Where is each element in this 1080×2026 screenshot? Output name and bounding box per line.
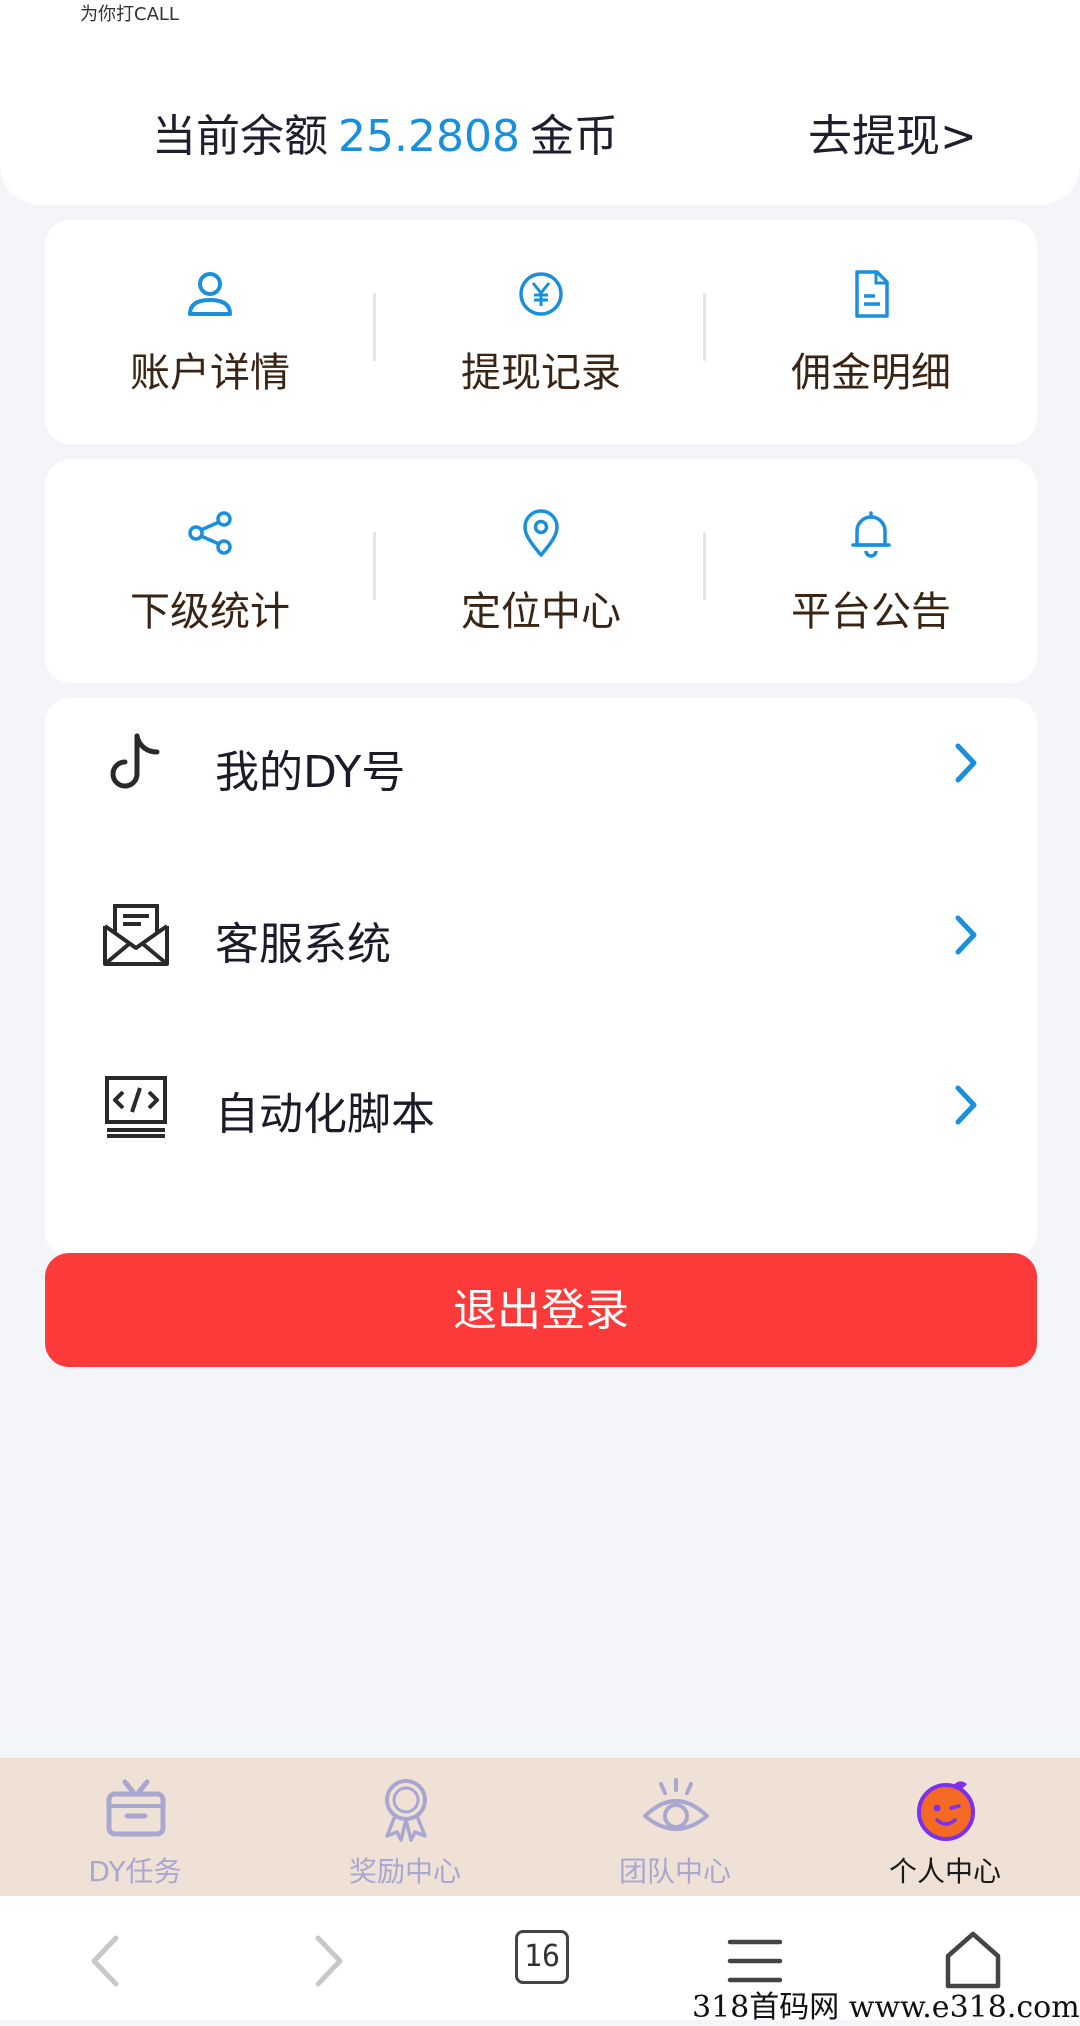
tab-label: 团队中心	[618, 1855, 731, 1888]
watermark: 318首码网 www.e318.com	[692, 1990, 1080, 2025]
yuan-icon	[519, 272, 563, 316]
quick-actions-row-2: 下级统计 定位中心 平台公告	[45, 459, 1037, 683]
menu-list: 我的DY号 客服系统 自动化脚本	[45, 698, 1037, 1258]
chevron-right-icon	[955, 743, 977, 783]
envelope-icon	[103, 904, 169, 966]
tab-label: 个人中心	[888, 1855, 1001, 1888]
list-item-my-dy-account[interactable]: 我的DY号	[45, 698, 1037, 828]
bell-icon	[851, 511, 891, 558]
location-center-label: 定位中心	[461, 589, 621, 635]
tab-label: 奖励中心	[348, 1855, 461, 1888]
code-icon	[105, 1076, 167, 1138]
balance-unit: 金币	[529, 111, 618, 162]
commission-details-button[interactable]: 佣金明细	[706, 220, 1036, 444]
commission-details-label: 佣金明细	[791, 350, 951, 396]
tab-label: DY任务	[88, 1855, 182, 1888]
subordinate-stats-label: 下级统计	[130, 589, 290, 635]
gift-box-icon	[106, 1779, 166, 1837]
account-details-label: 账户详情	[130, 350, 290, 396]
platform-notice-button[interactable]: 平台公告	[706, 459, 1036, 683]
list-item-label: 我的DY号	[215, 747, 406, 798]
subordinate-stats-button[interactable]: 下级统计	[45, 459, 375, 683]
balance-card: 为你打CALL 当前余额 25.2808 金币 去提现>	[0, 0, 1080, 205]
tab-team-center[interactable]: 团队中心	[540, 1758, 810, 1896]
list-item-label: 客服系统	[215, 919, 391, 970]
tab-reward-center[interactable]: 奖励中心	[270, 1758, 540, 1896]
chevron-right-icon	[955, 1085, 977, 1125]
balance-display: 当前余额 25.2808 金币	[152, 100, 618, 164]
logo: 为你打CALL	[80, 4, 179, 25]
list-item-customer-service[interactable]: 客服系统	[45, 870, 1037, 1000]
eye-icon	[643, 1778, 709, 1831]
quick-actions-row-1: 账户详情 提现记录 佣金明细	[45, 220, 1037, 444]
chevron-right-icon	[955, 915, 977, 955]
user-icon	[188, 272, 232, 316]
tab-personal-center[interactable]: 个人中心	[810, 1758, 1080, 1896]
tiktok-icon	[110, 733, 160, 789]
balance-label: 当前余额	[152, 111, 328, 162]
bottom-tab-bar: DY任务 奖励中心 团队中心 个人中心	[0, 1758, 1080, 1896]
forward-icon[interactable]	[292, 1926, 362, 1996]
medal-icon	[385, 1779, 427, 1842]
tab-dy-tasks[interactable]: DY任务	[0, 1758, 270, 1896]
logout-button[interactable]: 退出登录	[45, 1253, 1037, 1367]
withdraw-records-button[interactable]: 提现记录	[376, 220, 706, 444]
location-center-button[interactable]: 定位中心	[376, 459, 706, 683]
account-details-button[interactable]: 账户详情	[45, 220, 375, 444]
withdraw-records-label: 提现记录	[461, 350, 621, 396]
list-item-label: 自动化脚本	[215, 1089, 435, 1140]
back-icon[interactable]	[72, 1926, 142, 1996]
share-icon	[188, 511, 232, 555]
platform-notice-label: 平台公告	[791, 589, 951, 635]
withdraw-link[interactable]: 去提现>	[808, 100, 977, 164]
balance-value: 25.2808	[338, 111, 520, 162]
list-item-automation-script[interactable]: 自动化脚本	[45, 1040, 1037, 1170]
tab-count-button[interactable]: 16	[515, 1930, 569, 1984]
document-icon	[855, 270, 889, 318]
location-pin-icon	[523, 509, 559, 557]
orange-face-icon	[917, 1781, 975, 1841]
